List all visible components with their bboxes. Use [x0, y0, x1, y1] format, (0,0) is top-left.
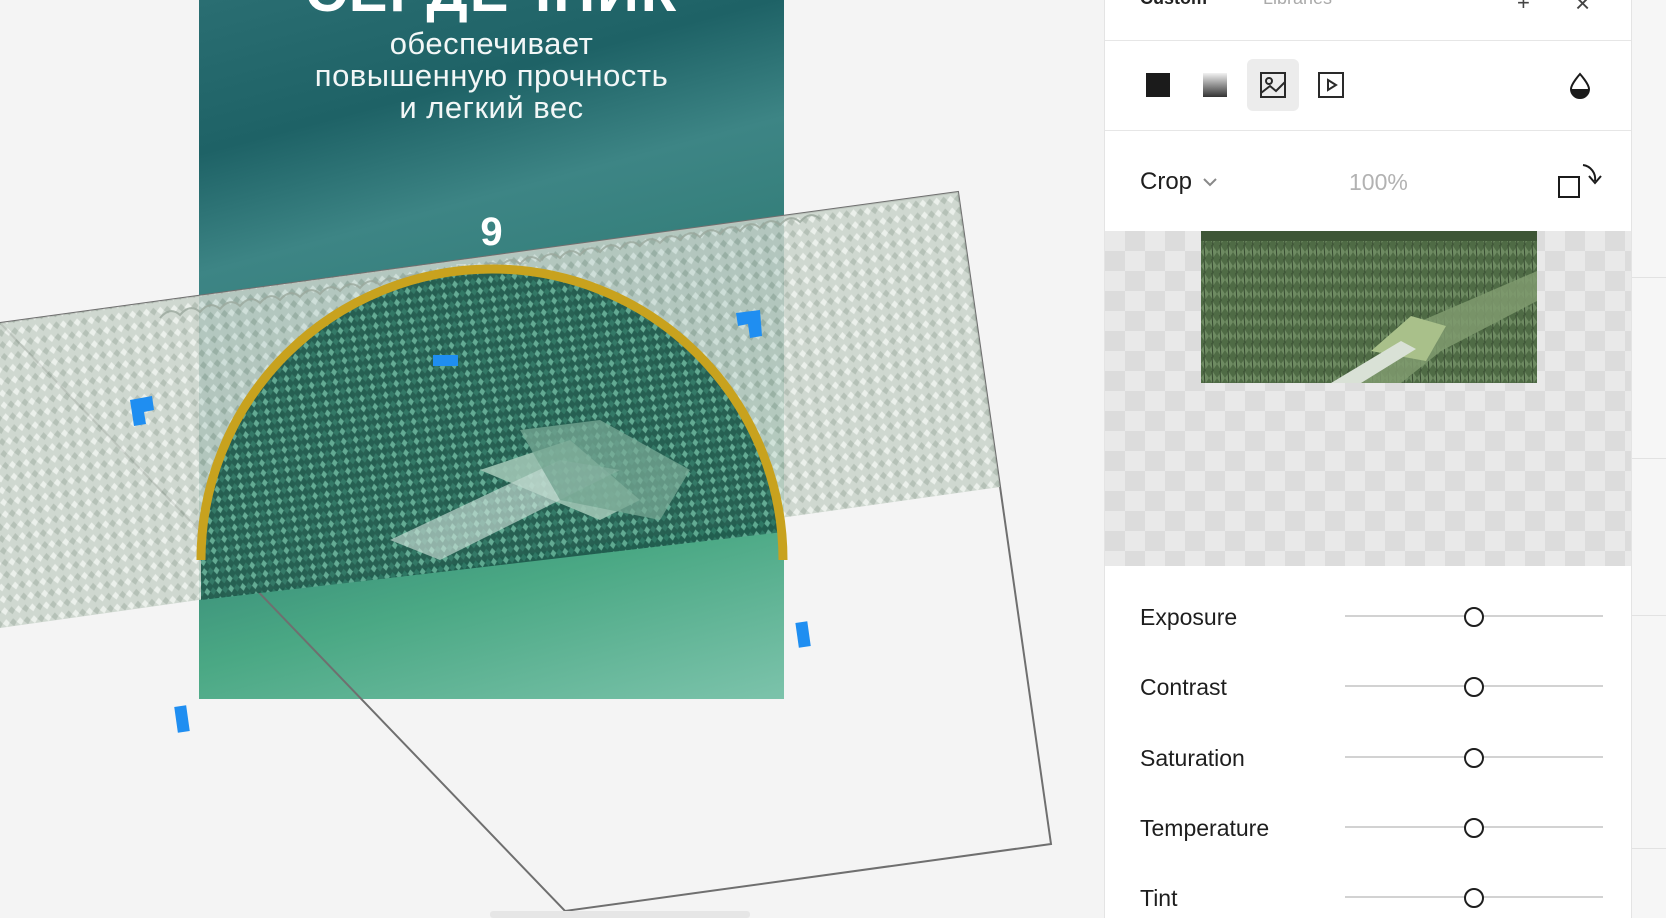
image-fill-icon	[1260, 72, 1286, 98]
slider-exposure: Exposure	[1105, 596, 1631, 636]
slider-label: Contrast	[1140, 674, 1227, 700]
video-fill-icon	[1318, 72, 1344, 98]
slider-label: Exposure	[1140, 604, 1238, 630]
fill-gradient-button[interactable]	[1189, 59, 1241, 111]
crop-row: Crop 100%	[1105, 131, 1631, 231]
slider-contrast: Contrast	[1105, 666, 1631, 706]
slider-thumb[interactable]	[1464, 748, 1484, 768]
tab-custom[interactable]: Custom	[1140, 0, 1207, 9]
slider-label: Saturation	[1140, 745, 1245, 771]
panel-header: Custom Libraries + ×	[1105, 0, 1631, 41]
slider-thumb[interactable]	[1464, 677, 1484, 697]
slider-tint: Tint	[1105, 877, 1631, 917]
slider-thumb[interactable]	[1464, 888, 1484, 908]
adjacent-panel-edge	[1632, 0, 1666, 918]
crop-handle-right	[795, 621, 811, 648]
fill-type-row	[1105, 40, 1631, 131]
gradient-fill-icon	[1203, 73, 1227, 97]
fill-video-button[interactable]	[1305, 59, 1357, 111]
slider-label: Temperature	[1140, 815, 1270, 841]
crop-mode-select[interactable]: Crop	[1140, 168, 1218, 196]
slider-thumb[interactable]	[1464, 818, 1484, 838]
slider-saturation: Saturation	[1105, 737, 1631, 777]
droplet-icon	[1569, 72, 1591, 99]
plus-icon[interactable]: +	[1517, 0, 1530, 16]
crop-handle-bottom-left	[174, 705, 190, 733]
image-preview	[1105, 231, 1631, 566]
square-fill-icon	[1146, 73, 1170, 97]
chevron-down-icon	[1203, 178, 1217, 187]
slider-label: Tint	[1140, 885, 1178, 911]
fill-image-button[interactable]	[1247, 59, 1299, 111]
crop-mode-label: Crop	[1140, 168, 1193, 195]
image-crop-overlay[interactable]	[0, 0, 1104, 918]
slider-thumb[interactable]	[1464, 607, 1484, 627]
image-scale-value[interactable]: 100%	[1349, 169, 1408, 196]
fill-panel: Custom Libraries + ×	[1104, 0, 1632, 918]
close-icon[interactable]: ×	[1575, 0, 1590, 19]
tab-libraries[interactable]: Libraries	[1263, 0, 1332, 9]
crop-handle-top	[433, 355, 458, 366]
design-canvas[interactable]: СЕРДЕЧНИК обеспечивает повышенную прочно…	[0, 0, 1104, 918]
canvas-toolbar-edge	[490, 911, 750, 918]
blend-mode-button[interactable]	[1554, 59, 1606, 111]
slider-temperature: Temperature	[1105, 807, 1631, 847]
fill-solid-button[interactable]	[1132, 59, 1184, 111]
preview-thumbnail	[1201, 231, 1537, 383]
rotate-icon[interactable]	[1555, 161, 1603, 201]
